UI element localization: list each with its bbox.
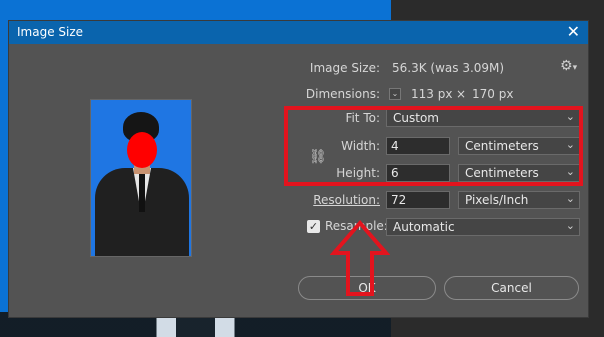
image-size-value: 56.3K (was 3.09M)	[392, 61, 505, 75]
resample-value: Automatic	[393, 220, 455, 234]
checkmark-icon: ✓	[308, 220, 319, 233]
close-icon[interactable]: ✕	[567, 23, 580, 41]
resolution-unit-value: Pixels/Inch	[465, 193, 529, 207]
dimensions-times-sign: ×	[456, 87, 467, 101]
resolution-input[interactable]: 72	[386, 191, 450, 209]
preview-face-redaction	[127, 132, 157, 168]
dimensions-label: Dimensions:	[305, 87, 380, 101]
chevron-down-icon: ⌄	[565, 219, 575, 232]
resolution-unit-select[interactable]: Pixels/Inch ⌄	[458, 191, 580, 209]
chevron-down-icon: ⌄	[565, 192, 575, 205]
dimensions-width-value: 113 px	[411, 87, 453, 101]
dialog-title: Image Size	[17, 25, 84, 39]
highlight-box	[284, 106, 583, 186]
chevron-down-icon: ⌄	[391, 89, 399, 98]
resample-select[interactable]: Automatic ⌄	[386, 218, 580, 236]
preview-tie	[139, 174, 145, 212]
up-arrow-annotation	[330, 220, 390, 296]
title-bar: Image Size ✕	[9, 21, 588, 44]
gear-icon[interactable]: ⚙▾	[560, 58, 577, 74]
dimensions-units-dropdown[interactable]: ⌄	[389, 88, 401, 100]
image-size-label: Image Size:	[309, 61, 380, 75]
resample-checkbox[interactable]: ✓	[307, 220, 320, 233]
image-preview	[90, 99, 192, 257]
cancel-button[interactable]: Cancel	[444, 276, 579, 300]
dimensions-height-value: 170 px	[472, 87, 514, 101]
resolution-label: Resolution:	[313, 193, 380, 207]
